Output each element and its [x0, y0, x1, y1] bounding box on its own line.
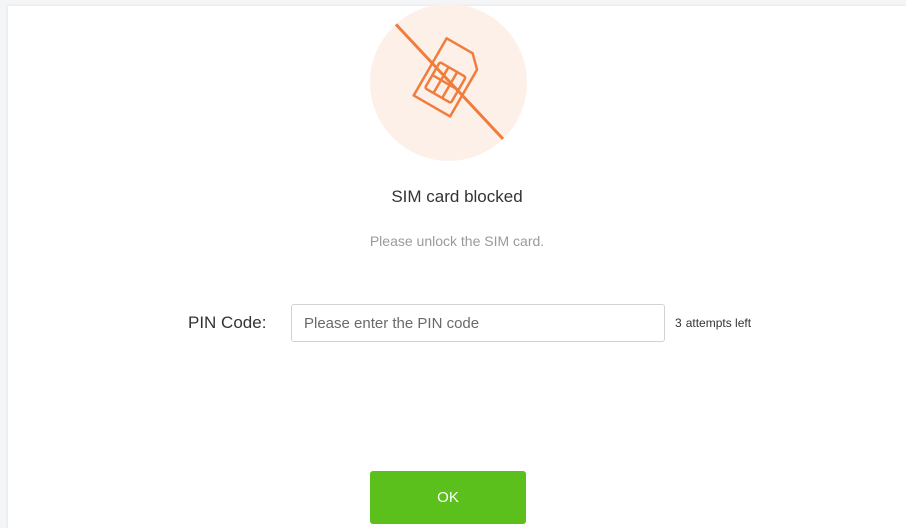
sim-unlock-panel: SIM card blocked Please unlock the SIM c… [8, 4, 906, 528]
page-title: SIM card blocked [391, 187, 523, 206]
page-subtitle: Please unlock the SIM card. [369, 233, 545, 249]
ok-button[interactable]: OK [370, 471, 526, 524]
sim-card-blocked-icon [370, 4, 527, 161]
attempts-count: 3 [675, 316, 682, 330]
attempts-text: attempts left [685, 316, 752, 330]
pin-code-input[interactable] [291, 304, 665, 342]
attempts-left-hint: 3 attempts left [675, 316, 751, 330]
pin-code-label: PIN Code: [188, 313, 267, 332]
pin-code-row: PIN Code: 3attempts left [8, 304, 906, 344]
